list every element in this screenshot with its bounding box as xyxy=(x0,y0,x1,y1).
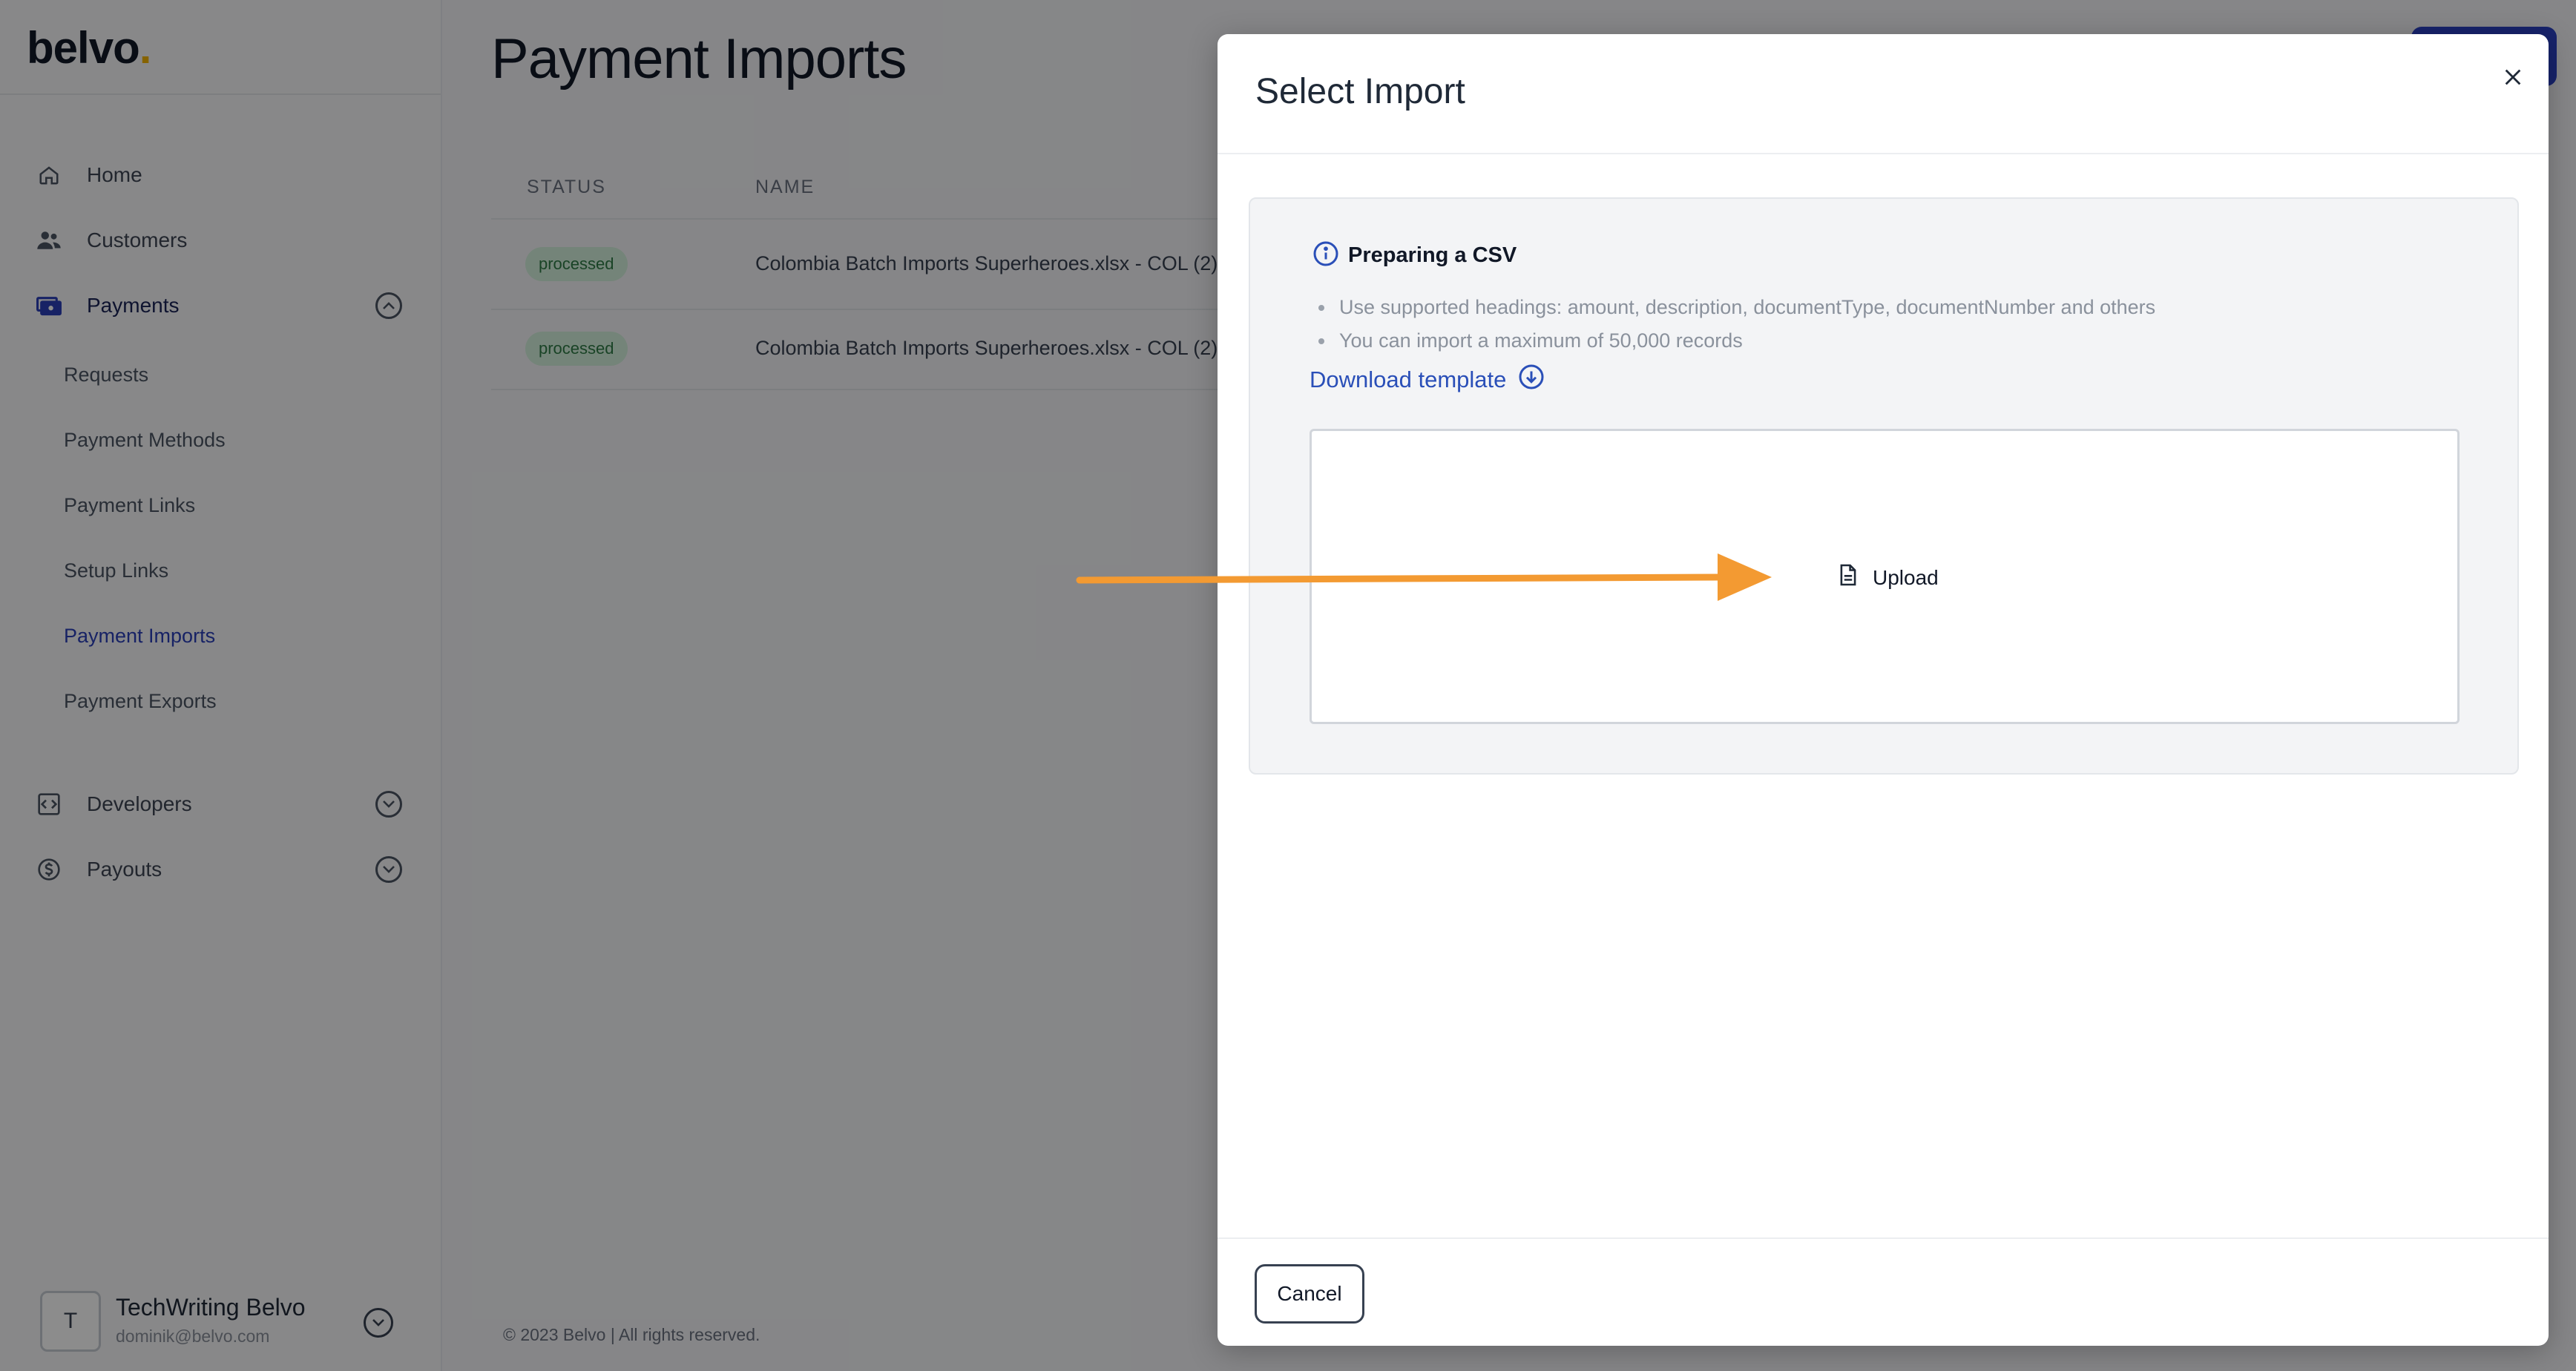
info-icon xyxy=(1312,240,1339,271)
csv-info-panel: Preparing a CSV Use supported headings: … xyxy=(1249,197,2519,775)
dialog-footer-divider xyxy=(1218,1237,2549,1239)
upload-button[interactable]: Upload xyxy=(1839,563,1939,592)
dialog-header-divider xyxy=(1218,153,2549,154)
list-item: Use supported headings: amount, descript… xyxy=(1312,291,2155,324)
dialog-title: Select Import xyxy=(1255,72,1465,111)
cancel-button[interactable]: Cancel xyxy=(1255,1264,1364,1324)
info-title: Preparing a CSV xyxy=(1348,243,1517,267)
upload-label: Upload xyxy=(1873,565,1939,589)
select-import-dialog: Select Import Preparing a CSV Use suppor… xyxy=(1218,34,2549,1346)
file-icon xyxy=(1839,563,1858,592)
csv-requirements-list: Use supported headings: amount, descript… xyxy=(1312,291,2155,358)
close-icon[interactable] xyxy=(2491,55,2535,99)
list-item: You can import a maximum of 50,000 recor… xyxy=(1312,324,2155,358)
download-template-label: Download template xyxy=(1310,366,1507,392)
info-heading: Preparing a CSV xyxy=(1312,240,1517,271)
download-icon xyxy=(1518,364,1545,396)
download-template-link[interactable]: Download template xyxy=(1310,364,1545,396)
upload-dropzone[interactable]: Upload xyxy=(1310,429,2460,724)
